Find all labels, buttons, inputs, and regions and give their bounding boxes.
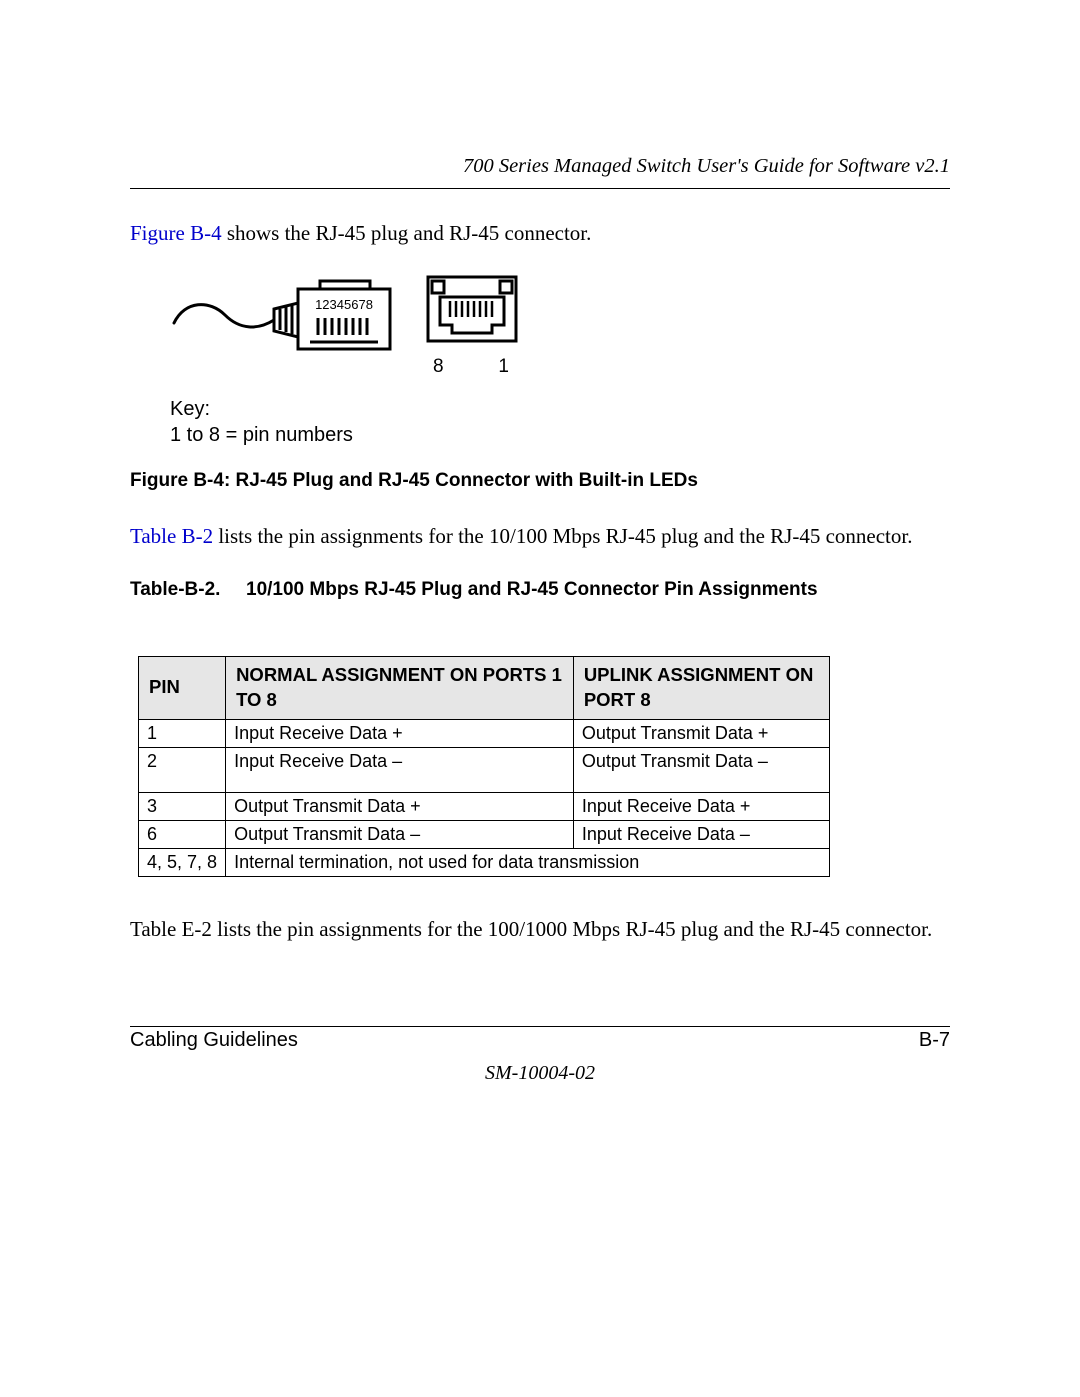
cell-pin: 2 — [139, 747, 226, 792]
table-caption-text: 10/100 Mbps RJ-45 Plug and RJ-45 Connect… — [246, 579, 818, 601]
jack-label-1: 1 — [498, 356, 509, 378]
table-caption: Table-B-2. 10/100 Mbps RJ-45 Plug and RJ… — [130, 579, 950, 601]
jack-label-8: 8 — [433, 356, 444, 378]
th-uplink: UPLINK ASSIGNMENT ON PORT 8 — [573, 656, 829, 719]
table-row: 3 Output Transmit Data + Input Receive D… — [139, 792, 830, 820]
cell-uplink: Output Transmit Data – — [573, 747, 829, 792]
cell-normal: Output Transmit Data – — [226, 820, 574, 848]
table-row: 6 Output Transmit Data – Input Receive D… — [139, 820, 830, 848]
table-footer-row: 4, 5, 7, 8 Internal termination, not use… — [139, 848, 830, 876]
cell-pin: 3 — [139, 792, 226, 820]
table-row: 2 Input Receive Data – Output Transmit D… — [139, 747, 830, 792]
diagram-row: 12345678 — [170, 275, 950, 378]
page-footer: Cabling Guidelines B-7 SM-10004-02 — [130, 1021, 950, 1085]
table-caption-label: Table-B-2. — [130, 579, 246, 601]
key-heading: Key: — [170, 396, 950, 422]
footer-right: B-7 — [919, 1029, 950, 1052]
cell-footer-text: Internal termination, not used for data … — [226, 848, 830, 876]
rj45-jack-icon — [426, 275, 518, 347]
cell-normal: Input Receive Data – — [226, 747, 574, 792]
figure-block: 12345678 — [130, 275, 950, 448]
doc-header-title: 700 Series Managed Switch User's Guide f… — [130, 155, 950, 178]
figure-ref-link[interactable]: Figure B-4 — [130, 221, 222, 245]
jack-pin-labels: 8 1 — [433, 356, 509, 378]
cell-pin: 6 — [139, 820, 226, 848]
rj45-plug-icon: 12345678 — [170, 275, 400, 365]
rj45-jack-block: 8 1 — [426, 275, 518, 378]
page: 700 Series Managed Switch User's Guide f… — [0, 0, 1080, 1397]
cell-pin: 4, 5, 7, 8 — [139, 848, 226, 876]
cell-normal: Output Transmit Data + — [226, 792, 574, 820]
table-header-row: PIN NORMAL ASSIGNMENT ON PORTS 1 TO 8 UP… — [139, 656, 830, 719]
cell-uplink: Input Receive Data + — [573, 792, 829, 820]
cell-normal: Input Receive Data + — [226, 719, 574, 747]
cell-pin: 1 — [139, 719, 226, 747]
closing-paragraph: Table E-2 lists the pin assignments for … — [130, 915, 950, 943]
table-intro-rest: lists the pin assignments for the 10/100… — [213, 524, 912, 548]
footer-left: Cabling Guidelines — [130, 1029, 298, 1052]
table-intro-paragraph: Table B-2 lists the pin assignments for … — [130, 522, 950, 550]
header-rule — [130, 188, 950, 189]
th-pin: PIN — [139, 656, 226, 719]
figure-key: Key: 1 to 8 = pin numbers — [170, 396, 950, 448]
key-line: 1 to 8 = pin numbers — [170, 422, 950, 448]
cell-uplink: Input Receive Data – — [573, 820, 829, 848]
pin-assignment-table: PIN NORMAL ASSIGNMENT ON PORTS 1 TO 8 UP… — [138, 656, 830, 877]
figure-caption: Figure B-4: RJ-45 Plug and RJ-45 Connect… — [130, 470, 950, 492]
footer-doc-id: SM-10004-02 — [130, 1062, 950, 1085]
table-ref-link[interactable]: Table B-2 — [130, 524, 213, 548]
cell-uplink: Output Transmit Data + — [573, 719, 829, 747]
table-row: 1 Input Receive Data + Output Transmit D… — [139, 719, 830, 747]
plug-pin-numbers: 12345678 — [315, 297, 373, 312]
th-normal: NORMAL ASSIGNMENT ON PORTS 1 TO 8 — [226, 656, 574, 719]
intro-paragraph: Figure B-4 shows the RJ-45 plug and RJ-4… — [130, 219, 950, 247]
intro-rest: shows the RJ-45 plug and RJ-45 connector… — [222, 221, 592, 245]
